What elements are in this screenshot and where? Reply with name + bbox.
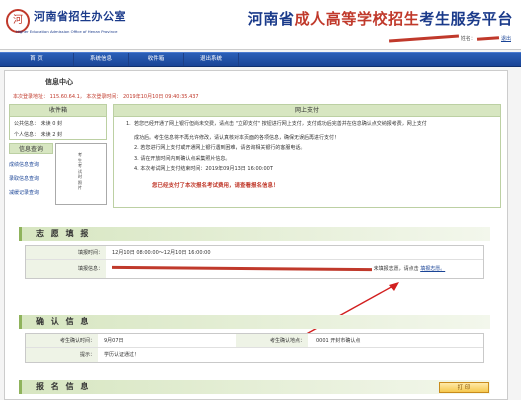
nav-inbox[interactable]: 收件箱: [129, 53, 184, 66]
photo-caption: 考生考试时照片: [77, 152, 83, 190]
confirm-row: 考生确认时间： 9月07日 考生确认地点： 0001 开封市确认点: [26, 334, 483, 348]
confirm-tip-value: 学历认证通过！: [104, 352, 140, 358]
public-info-label: 公共信息：: [14, 121, 40, 127]
main-content: 信息中心 本次登录地址： 115.60.64.1， 本次登录时间： 2019年1…: [4, 70, 508, 400]
inbox-panel: 收件箱 公共信息： 未读 0 封 个人信息： 未读 2 封: [9, 104, 107, 140]
volunteer-info-row: 填报信息： 未填报志愿，请点击 填报志愿。: [26, 260, 483, 278]
volunteer-time-value: 12月10日 08:00:00～12月10日 16:00:00: [112, 250, 211, 256]
confirm-time-label: 考生确认时间：: [26, 334, 98, 347]
registration-band: 报 名 信 息: [19, 380, 490, 394]
confirm-time-value: 9月07日: [104, 338, 124, 344]
public-info-row[interactable]: 公共信息： 未读 0 封: [14, 120, 62, 127]
personal-info-label: 个人信息：: [14, 132, 40, 138]
volunteer-info-label: 填报信息：: [26, 260, 106, 278]
nav-system-info[interactable]: 系统信息: [74, 53, 129, 66]
volunteer-title: 志 愿 填 报: [36, 229, 91, 238]
pay-notice-4: 4. 本次考试网上支付结束时间：2019年09月13日 16:00:00T: [134, 166, 273, 172]
confirm-tip-label: 提示：: [26, 348, 98, 362]
registration-title: 报 名 信 息: [36, 382, 91, 391]
reduction-query-link[interactable]: 减缓记录查询: [9, 189, 39, 196]
pay-notice-1b: 成功后。考生信息将不再允许修改，请认真核对本页面的各项信息，确保无误后再进行支付…: [134, 135, 340, 141]
confirm-table: 考生确认时间： 9月07日 考生确认地点： 0001 开封市确认点 提示： 学历…: [25, 333, 484, 363]
volunteer-time-label: 填报时间：: [26, 246, 106, 259]
volunteer-band: 志 愿 填 报: [19, 227, 490, 241]
public-info-status: 未读 0 封: [40, 121, 62, 127]
score-query-link[interactable]: 成绩信息查询: [9, 161, 39, 168]
exam-photo: 考生考试时照片: [55, 143, 107, 205]
redacted-name: [477, 36, 500, 41]
login-info: 本次登录地址： 115.60.64.1， 本次登录时间： 2019年10月10日…: [13, 94, 199, 100]
confirm-title: 确 认 信 息: [36, 317, 91, 326]
personal-info-status: 未读 2 封: [40, 132, 62, 138]
nav-home[interactable]: 首 页: [0, 53, 74, 66]
pay-notice-2: 2. 若您进行网上支付或开通网上银行遇到困难，请咨询相关银行的客服电话。: [134, 145, 306, 151]
volunteer-time-row: 填报时间： 12月10日 08:00:00～12月10日 16:00:00: [26, 246, 483, 260]
nav-logout[interactable]: 退出系统: [184, 53, 239, 66]
inbox-title: 收件箱: [10, 105, 106, 117]
confirm-tip-row: 提示： 学历认证通过！: [26, 348, 483, 362]
platform-prefix: 河南省: [247, 10, 295, 28]
online-pay-title: 网上支付: [114, 105, 500, 117]
logout-link[interactable]: 退出: [501, 36, 511, 42]
confirm-place-label: 考生确认地点：: [236, 334, 308, 347]
print-button[interactable]: 打 印: [439, 382, 489, 393]
platform-accent: 成人高等学校招生: [294, 10, 420, 28]
volunteer-info-value: 未填报志愿，请点击 填报志愿。: [111, 260, 445, 278]
redacted-id: [389, 34, 460, 43]
pay-notice-3: 3. 请在开放时间内到确认点采集照片信息。: [134, 156, 231, 162]
user-strip: 姓名： 退出: [389, 34, 511, 43]
online-pay-panel: 网上支付 1. 若您已经开通了网上银行但尚未交费，请点击 "立即支付" 按钮进行网…: [113, 104, 501, 208]
admission-query-link[interactable]: 录取信息查询: [9, 175, 39, 182]
org-name: 河南省招生办公室: [34, 10, 126, 23]
pay-notice-1: 1. 若您已经开通了网上银行但尚未交费，请点击 "立即支付" 按钮进行网上支付，支…: [126, 121, 427, 127]
info-query-title: 信息查询: [9, 143, 53, 154]
confirm-band: 确 认 信 息: [19, 315, 490, 329]
main-nav: 首 页 系统信息 收件箱 退出系统: [0, 52, 521, 67]
volunteer-table: 填报时间： 12月10日 08:00:00～12月10日 16:00:00 填报…: [25, 245, 484, 279]
user-name-label: 姓名：: [460, 36, 476, 42]
redacted-info: [111, 265, 373, 272]
platform-title: 河南省成人高等学校招生考生服务平台: [248, 8, 513, 29]
volunteer-info-prefix: 未填报志愿，请点击: [373, 266, 419, 272]
confirm-place-value: 0001 开封市确认点: [316, 338, 361, 344]
org-subtitle: Higher Education Admission Office of Hen…: [16, 29, 118, 34]
info-center-title: 信息中心: [45, 78, 73, 86]
pay-warning: 您已经支付了本次报名考试费用，请查看报名信息！: [152, 183, 279, 189]
annotation-arrow: [300, 282, 399, 338]
fill-volunteer-link[interactable]: 填报志愿。: [420, 266, 445, 272]
site-header: 河 河南省招生办公室 Higher Education Admission Of…: [0, 0, 521, 50]
personal-info-row[interactable]: 个人信息： 未读 2 封: [14, 131, 62, 138]
platform-suffix: 考生服务平台: [419, 10, 513, 28]
